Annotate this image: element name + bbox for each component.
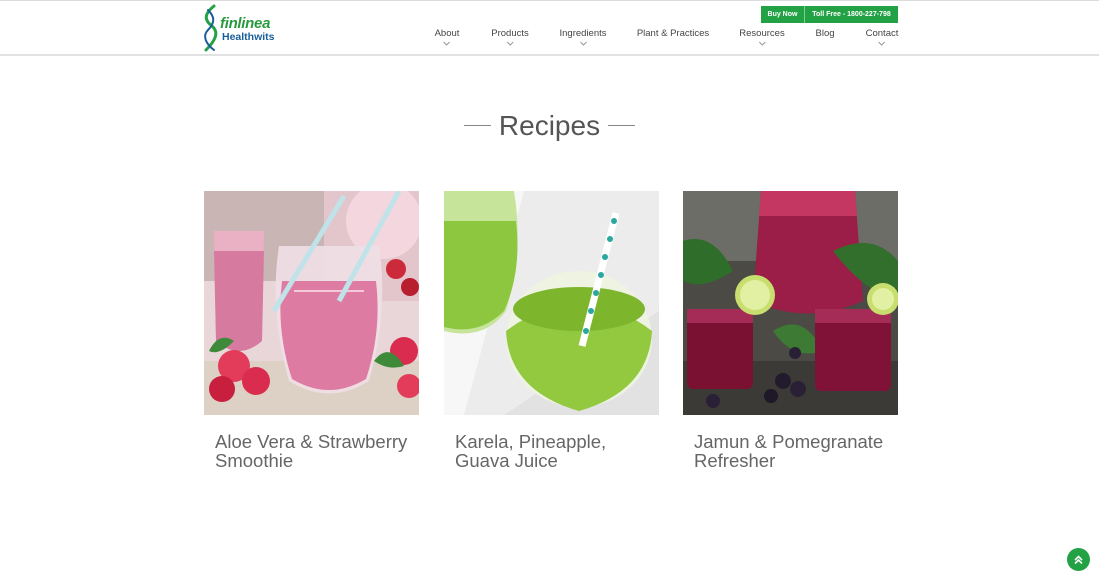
- nav-item-blog[interactable]: Blog: [815, 28, 834, 39]
- recipe-image-karela-juice[interactable]: [444, 191, 659, 415]
- nav-label: Ingredients: [559, 28, 607, 39]
- chevron-down-icon: [579, 41, 587, 46]
- section-title: Recipes: [0, 110, 1099, 142]
- recipe-title[interactable]: Aloe Vera & Strawberry Smoothie: [204, 432, 419, 470]
- double-chevron-up-icon: [1074, 555, 1083, 565]
- title-dash-right: [608, 125, 636, 127]
- recipe-card[interactable]: Aloe Vera & Strawberry Smoothie: [204, 191, 419, 470]
- nav-item-about[interactable]: About: [434, 28, 460, 47]
- chevron-down-icon: [758, 41, 766, 46]
- nav-item-products[interactable]: Products: [491, 28, 529, 47]
- chevron-down-icon: [443, 41, 451, 46]
- nav-label: Products: [491, 28, 529, 39]
- nav-item-contact[interactable]: Contact: [865, 28, 899, 47]
- section-title-text: Recipes: [498, 110, 601, 141]
- recipe-card[interactable]: Karela, Pineapple, Guava Juice: [444, 191, 659, 470]
- main-nav: About Products Ingredients Plant & Pract…: [0, 1, 1099, 57]
- nav-item-plant-practices[interactable]: Plant & Practices: [637, 28, 709, 39]
- recipe-image-strawberry-smoothie[interactable]: [204, 191, 419, 415]
- nav-item-resources[interactable]: Resources: [739, 28, 785, 47]
- back-to-top-button[interactable]: [1067, 548, 1090, 571]
- recipe-title[interactable]: Jamun & Pomegranate Refresher: [683, 432, 898, 470]
- nav-label: Contact: [865, 28, 899, 39]
- nav-label: Resources: [739, 28, 785, 39]
- nav-item-ingredients[interactable]: Ingredients: [559, 28, 607, 47]
- site-header: finlinea Healthwits Buy Now Toll Free - …: [0, 0, 1099, 56]
- nav-label: Blog: [815, 28, 835, 39]
- chevron-down-icon: [878, 41, 886, 46]
- title-dash-left: [463, 125, 491, 127]
- recipe-card[interactable]: Jamun & Pomegranate Refresher: [683, 191, 898, 470]
- nav-label: About: [434, 28, 460, 39]
- chevron-down-icon: [506, 41, 514, 46]
- nav-label: Plant & Practices: [636, 28, 710, 39]
- recipe-title[interactable]: Karela, Pineapple, Guava Juice: [444, 432, 659, 470]
- recipe-image-jamun-refresher[interactable]: [683, 191, 898, 415]
